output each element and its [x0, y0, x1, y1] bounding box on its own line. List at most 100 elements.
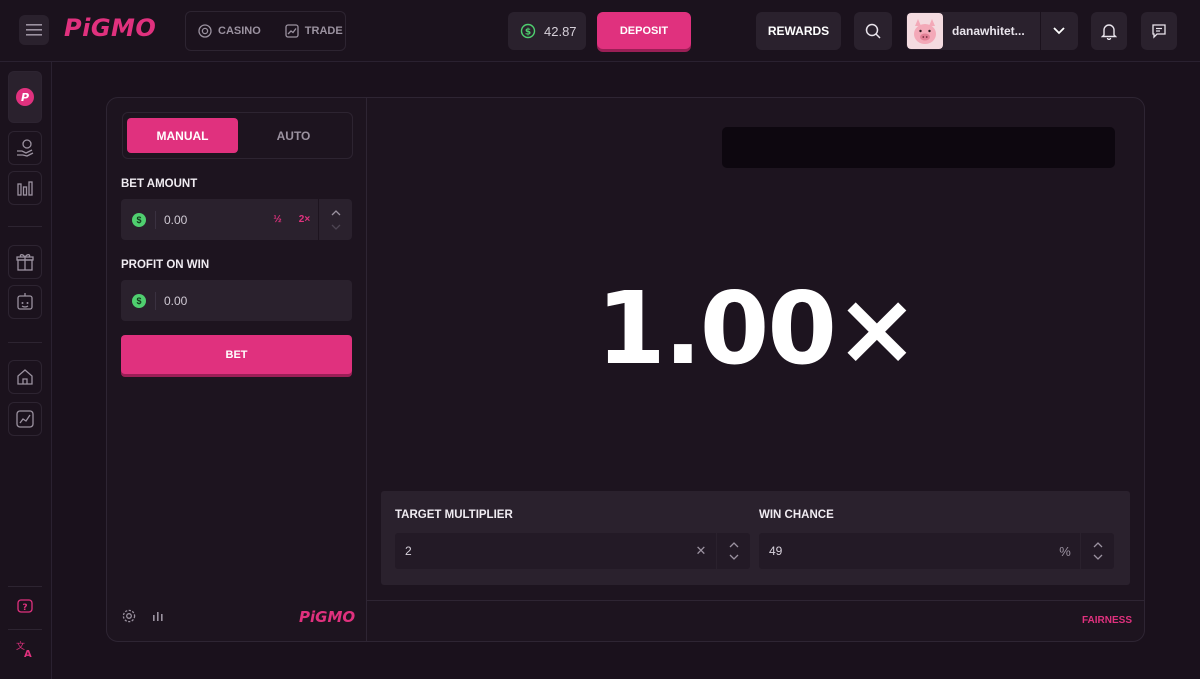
translate-icon: 文A [16, 640, 32, 659]
pig-avatar-icon [908, 14, 942, 48]
game-board: 1.00× TARGET MULTIPLIER 2 ✕ WIN CHANCE 4… [367, 98, 1144, 641]
brand-logo[interactable]: PiGMO [64, 14, 156, 42]
trend-chart-icon [16, 410, 34, 428]
casino-chip-icon [198, 24, 212, 38]
svg-text:A: A [24, 649, 32, 659]
chat-button[interactable] [1141, 12, 1177, 50]
avatar [907, 13, 943, 49]
game-panel: MANUAL AUTO BET AMOUNT $ 0.00 ½ 2× PROFI… [106, 97, 1145, 642]
svg-text:?: ? [22, 603, 27, 613]
sidebar-item-stats[interactable] [8, 171, 42, 205]
user-menu[interactable]: danawhitet... [906, 12, 1078, 50]
trend-icon [285, 24, 299, 38]
nav-trade[interactable]: TRADE [273, 24, 355, 38]
search-icon [865, 23, 881, 39]
nav-trade-label: TRADE [304, 25, 343, 37]
username: danawhitet... [952, 24, 1025, 38]
profit-on-win-field: $ 0.00 [121, 280, 352, 321]
board-footer-divider [367, 600, 1144, 601]
chevron-up-icon[interactable] [331, 209, 341, 216]
user-dropdown-toggle[interactable] [1040, 12, 1076, 50]
sidebar-item-language[interactable]: 文A [8, 632, 42, 666]
double-bet-button[interactable]: 2× [291, 214, 318, 225]
bet-amount-label: BET AMOUNT [121, 178, 198, 190]
help-icon: ? [17, 599, 33, 613]
coin-icon: $ [132, 212, 146, 227]
coin-icon: $ [132, 293, 146, 308]
sidebar-divider [8, 342, 42, 343]
settings-gear-icon[interactable] [121, 608, 137, 624]
sidebar-item-pigmo[interactable]: P [8, 71, 42, 123]
sidebar: P ? 文A [0, 62, 52, 679]
target-multiplier-stepper[interactable] [716, 533, 750, 569]
sidebar-divider [8, 629, 42, 630]
multiplier-display: 1.00× [596, 270, 919, 387]
win-chance-value[interactable]: 49 [769, 544, 1050, 558]
sidebar-item-deposit[interactable] [8, 131, 42, 165]
home-icon [17, 369, 33, 385]
hamburger-icon [26, 24, 42, 36]
balance-amount: 42.87 [544, 23, 577, 39]
svg-text:P: P [21, 91, 29, 104]
svg-text:$: $ [525, 28, 531, 38]
top-bar: PiGMO CASINO TRADE $ 42.87 DEPOSIT REWAR… [0, 0, 1200, 62]
results-history [722, 127, 1115, 168]
half-bet-button[interactable]: ½ [264, 214, 291, 225]
win-chance-field[interactable]: 49 % [759, 533, 1114, 569]
stats-bars-icon[interactable] [151, 609, 165, 623]
menu-button[interactable] [19, 15, 49, 45]
sidebar-divider [8, 586, 42, 587]
bet-amount-field[interactable]: $ 0.00 ½ 2× [121, 199, 352, 240]
target-panel: TARGET MULTIPLIER 2 ✕ WIN CHANCE 49 % [381, 491, 1130, 585]
sidebar-item-home[interactable] [8, 360, 42, 394]
mode-tabs: MANUAL AUTO [122, 112, 353, 159]
win-chance-label: WIN CHANCE [759, 509, 834, 521]
nav-casino[interactable]: CASINO [186, 24, 273, 38]
bell-icon [1101, 23, 1117, 40]
tab-auto[interactable]: AUTO [238, 118, 349, 153]
bet-amount-stepper[interactable] [318, 199, 352, 240]
wallet-balance[interactable]: $ 42.87 [508, 12, 586, 50]
hand-coin-icon [17, 139, 34, 157]
percent-icon: % [1059, 543, 1071, 559]
chevron-up-icon[interactable] [1093, 542, 1103, 548]
sidebar-divider [8, 226, 42, 227]
sidebar-item-trade[interactable] [8, 402, 42, 436]
robot-icon [17, 293, 33, 310]
money-icon: $ [520, 23, 536, 39]
profit-on-win-label: PROFIT ON WIN [121, 259, 210, 271]
notifications-button[interactable] [1091, 12, 1127, 50]
chevron-down-icon[interactable] [331, 224, 341, 230]
chat-icon [1152, 24, 1166, 39]
fairness-link[interactable]: FAIRNESS [1082, 615, 1132, 626]
footer-brand-logo: PiGMO [299, 608, 356, 626]
multiply-icon: ✕ [695, 543, 707, 558]
chevron-up-icon[interactable] [729, 542, 739, 548]
pigmo-icon: P [16, 88, 34, 106]
tab-manual[interactable]: MANUAL [127, 118, 238, 153]
input-divider [155, 291, 156, 310]
bet-amount-value[interactable]: 0.00 [164, 213, 264, 227]
controls-footer [121, 608, 165, 624]
deposit-button[interactable]: DEPOSIT [597, 12, 691, 49]
search-button[interactable] [854, 12, 892, 50]
target-multiplier-field[interactable]: 2 ✕ [395, 533, 750, 569]
sidebar-item-help[interactable]: ? [8, 590, 42, 624]
target-multiplier-value[interactable]: 2 [405, 544, 686, 558]
main-nav: CASINO TRADE [185, 11, 346, 51]
chevron-down-icon[interactable] [1093, 554, 1103, 560]
sidebar-item-gifts[interactable] [8, 245, 42, 279]
chevron-down-icon [1052, 27, 1065, 35]
rewards-button[interactable]: REWARDS [756, 12, 841, 50]
gift-icon [16, 254, 34, 271]
profit-on-win-value: 0.00 [164, 293, 188, 308]
input-divider [155, 210, 156, 229]
nav-casino-label: CASINO [218, 25, 261, 37]
target-multiplier-label: TARGET MULTIPLIER [395, 509, 513, 521]
bet-controls: MANUAL AUTO BET AMOUNT $ 0.00 ½ 2× PROFI… [107, 98, 367, 641]
sidebar-item-bot[interactable] [8, 285, 42, 319]
bar-chart-icon [17, 181, 33, 196]
bet-button[interactable]: BET [121, 335, 352, 374]
win-chance-stepper[interactable] [1080, 533, 1114, 569]
chevron-down-icon[interactable] [729, 554, 739, 560]
